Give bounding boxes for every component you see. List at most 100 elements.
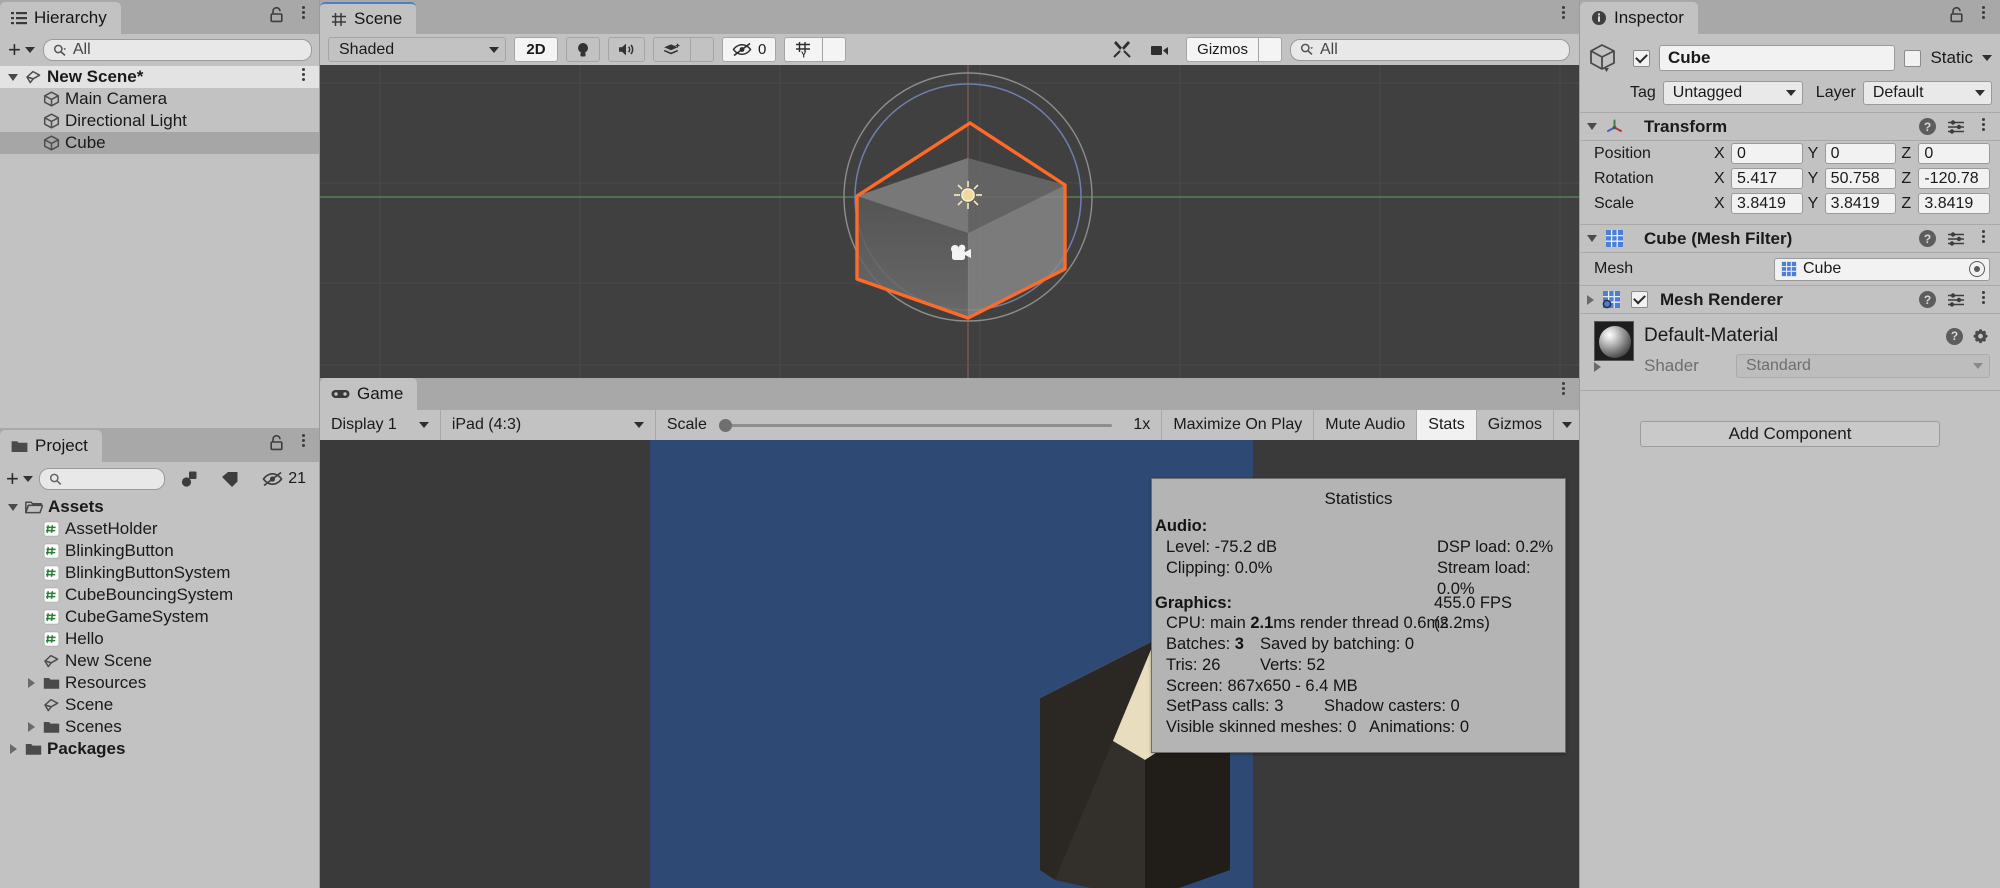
project-label-icon[interactable]: [213, 466, 248, 492]
scene-shading-dropdown[interactable]: Shaded: [328, 37, 506, 62]
inspector-menu-icon[interactable]: [1976, 6, 1990, 24]
tab-game[interactable]: Game: [320, 378, 417, 410]
game-gizmos-button[interactable]: Gizmos: [1476, 410, 1553, 440]
scene-grid-dropdown[interactable]: [822, 37, 846, 62]
tree-item-new-scene[interactable]: New Scene*: [0, 66, 320, 88]
tree-item-blinkingbuttonsystem[interactable]: BlinkingButtonSystem: [0, 562, 320, 584]
tag-dropdown[interactable]: Untagged: [1663, 81, 1803, 105]
tree-item-new-scene[interactable]: New Scene: [0, 650, 320, 672]
transform-position-x-field[interactable]: 0: [1731, 143, 1803, 164]
hierarchy-menu-icon[interactable]: [296, 6, 310, 24]
mesh-filter-menu-icon[interactable]: [1976, 230, 1990, 248]
tree-item-resources[interactable]: Resources: [0, 672, 320, 694]
mesh-filter-component-header[interactable]: Cube (Mesh Filter) ?: [1580, 224, 2000, 253]
scene-gizmos-toggle[interactable]: Gizmos: [1186, 37, 1258, 62]
splitter-left[interactable]: [319, 0, 320, 888]
project-hidden-count[interactable]: 21: [254, 466, 314, 492]
lock-icon[interactable]: [269, 6, 284, 23]
static-checkbox[interactable]: [1904, 50, 1921, 67]
help-icon[interactable]: ?: [1919, 291, 1936, 308]
game-viewport[interactable]: Statistics Audio: Level: -75.2 dB DSP lo…: [320, 440, 1580, 888]
preset-icon[interactable]: [1947, 231, 1965, 246]
game-aspect-dropdown[interactable]: iPad (4:3): [440, 410, 655, 440]
game-mute-audio-button[interactable]: Mute Audio: [1313, 410, 1416, 440]
object-name-field[interactable]: Cube: [1659, 45, 1895, 71]
tree-item-cube[interactable]: Cube: [0, 132, 320, 154]
mesh-picker-icon[interactable]: [1969, 261, 1985, 277]
chevron-down-icon[interactable]: [1982, 55, 1992, 61]
game-stats-button[interactable]: Stats: [1416, 410, 1475, 440]
scale-slider-track[interactable]: [719, 418, 1112, 432]
transform-scale-z-field[interactable]: 3.8419: [1918, 193, 1990, 214]
chevron-down-icon[interactable]: [1587, 123, 1597, 130]
help-icon[interactable]: ?: [1919, 230, 1936, 247]
scale-slider-handle[interactable]: [719, 419, 732, 432]
material-preview[interactable]: [1594, 321, 1634, 361]
tree-item-packages[interactable]: Packages: [0, 738, 320, 760]
game-maximize-on-play-button[interactable]: Maximize On Play: [1161, 410, 1313, 440]
project-add-button[interactable]: +: [6, 468, 33, 490]
mesh-renderer-enabled-checkbox[interactable]: [1631, 291, 1648, 308]
preset-icon[interactable]: [1947, 292, 1965, 307]
chevron-down-icon[interactable]: [6, 504, 20, 511]
mesh-renderer-component-header[interactable]: Mesh Renderer ?: [1580, 285, 2000, 314]
chevron-down-icon[interactable]: [6, 74, 20, 81]
help-icon[interactable]: ?: [1946, 328, 1963, 345]
scene-fx-dropdown[interactable]: [690, 37, 714, 62]
shader-dropdown[interactable]: Standard: [1736, 354, 1990, 378]
scene-hidden-objects-toggle[interactable]: 0: [722, 37, 776, 62]
lock-icon[interactable]: [1949, 6, 1964, 23]
game-gizmos-dropdown[interactable]: [1553, 410, 1580, 440]
scene-context-menu-icon[interactable]: [296, 68, 310, 86]
scene-camera-button[interactable]: [1141, 37, 1186, 62]
transform-menu-icon[interactable]: [1976, 118, 1990, 136]
scene-search-input[interactable]: All: [1290, 39, 1570, 61]
game-scale-slider[interactable]: Scale 1x: [655, 410, 1162, 440]
mesh-object-field[interactable]: Cube: [1774, 258, 1990, 281]
scene-menu-icon[interactable]: [1556, 6, 1570, 24]
transform-scale-x-field[interactable]: 3.8419: [1731, 193, 1803, 214]
tree-item-assets[interactable]: Assets: [0, 496, 320, 518]
gear-icon[interactable]: [1973, 328, 1990, 345]
tree-item-cubegamesystem[interactable]: CubeGameSystem: [0, 606, 320, 628]
tree-item-directional-light[interactable]: Directional Light: [0, 110, 320, 132]
add-component-button[interactable]: Add Component: [1640, 421, 1940, 447]
splitter-right[interactable]: [1579, 0, 1580, 888]
hierarchy-search-input[interactable]: All: [43, 39, 312, 61]
tree-item-scenes[interactable]: Scenes: [0, 716, 320, 738]
tab-hierarchy[interactable]: Hierarchy: [0, 2, 121, 34]
scene-viewport[interactable]: [320, 65, 1580, 378]
game-display-dropdown[interactable]: Display 1: [320, 410, 440, 440]
layer-dropdown[interactable]: Default: [1863, 81, 1992, 105]
scene-lighting-toggle[interactable]: [566, 37, 600, 62]
transform-component-header[interactable]: Transform ?: [1580, 112, 2000, 141]
project-search-input[interactable]: [39, 468, 165, 490]
transform-position-y-field[interactable]: 0: [1825, 143, 1897, 164]
tree-item-hello[interactable]: Hello: [0, 628, 320, 650]
transform-position-z-field[interactable]: 0: [1918, 143, 1990, 164]
tree-item-main-camera[interactable]: Main Camera: [0, 88, 320, 110]
game-menu-icon[interactable]: [1556, 382, 1570, 400]
tree-item-blinkingbutton[interactable]: BlinkingButton: [0, 540, 320, 562]
transform-rotation-x-field[interactable]: 5.417: [1731, 168, 1803, 189]
scene-tools-button[interactable]: [1103, 37, 1141, 62]
project-favorites-icon[interactable]: [171, 466, 207, 492]
transform-rotation-y-field[interactable]: 50.758: [1825, 168, 1897, 189]
tab-inspector[interactable]: Inspector: [1580, 2, 1698, 34]
chevron-right-icon[interactable]: [1587, 295, 1594, 305]
transform-rotation-z-field[interactable]: -120.78: [1918, 168, 1990, 189]
scene-fx-toggle[interactable]: [653, 37, 690, 62]
tab-project[interactable]: Project: [0, 430, 102, 462]
tab-scene[interactable]: Scene: [320, 2, 416, 34]
chevron-right-icon[interactable]: [24, 678, 38, 688]
chevron-right-icon[interactable]: [24, 722, 38, 732]
transform-scale-y-field[interactable]: 3.8419: [1825, 193, 1897, 214]
scene-audio-toggle[interactable]: [608, 37, 645, 62]
scene-2d-toggle[interactable]: 2D: [514, 37, 558, 62]
preset-icon[interactable]: [1947, 119, 1965, 134]
lock-icon[interactable]: [269, 434, 284, 451]
mesh-renderer-menu-icon[interactable]: [1976, 291, 1990, 309]
chevron-right-icon[interactable]: [1594, 362, 1601, 372]
tree-item-assetholder[interactable]: AssetHolder: [0, 518, 320, 540]
project-menu-icon[interactable]: [296, 434, 310, 452]
